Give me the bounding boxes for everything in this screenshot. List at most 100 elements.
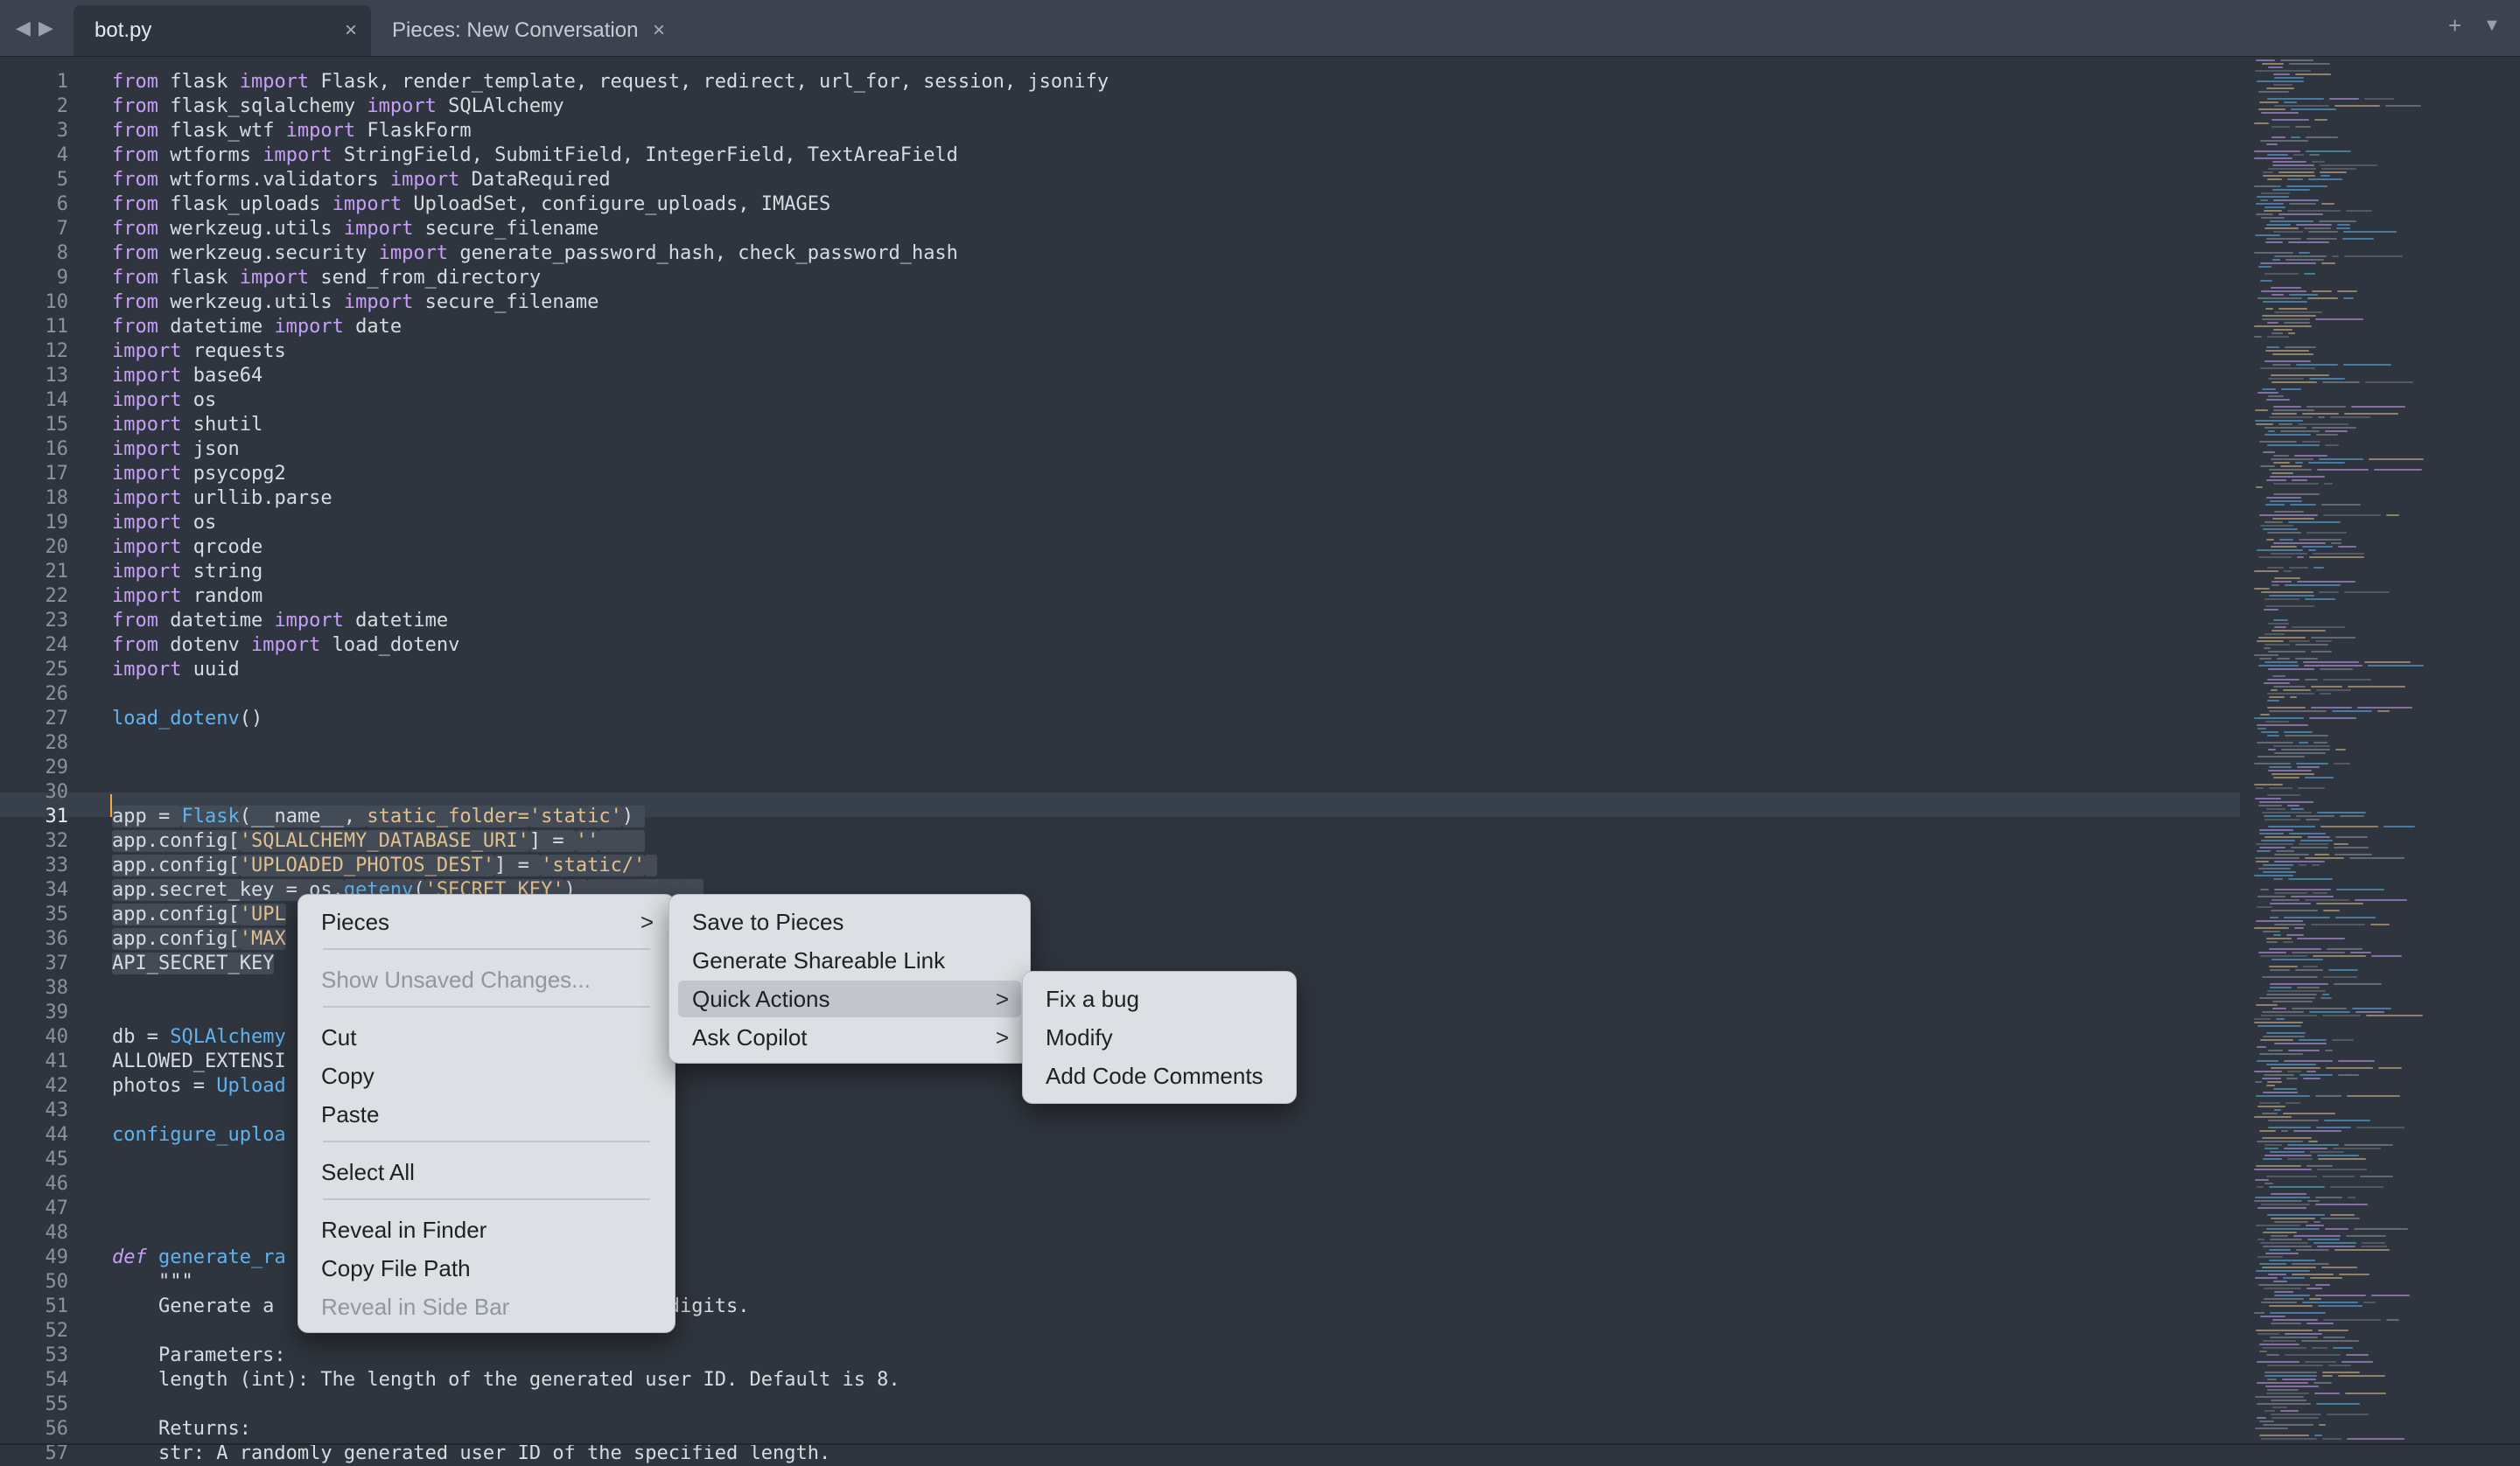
minimap-stroke	[2259, 1263, 2286, 1265]
code-line[interactable]: from dotenv import load_dotenv	[112, 633, 459, 658]
minimap-stroke	[2258, 896, 2286, 897]
minimap-stroke	[2266, 1176, 2317, 1177]
code-line[interactable]: app.config['SQLALCHEMY_DATABASE_URI'] = …	[112, 829, 646, 854]
code-token: wtforms	[158, 144, 263, 166]
code-line[interactable]: import os	[112, 388, 216, 413]
code-line[interactable]: load_dotenv()	[112, 707, 262, 731]
tab-pieces-conversation[interactable]: Pieces: New Conversation ×	[371, 5, 677, 56]
menu-item-copy[interactable]: Copy	[307, 1058, 666, 1094]
code-line[interactable]: str: A randomly generated user ID of the…	[112, 1442, 830, 1466]
code-line[interactable]: from flask import Flask, render_template…	[112, 70, 1109, 94]
code-line[interactable]: app.config['UPLOADED_PHOTOS_DEST'] = 'st…	[112, 854, 657, 878]
code-line[interactable]: import uuid	[112, 658, 240, 682]
menu-item-pieces[interactable]: Pieces >	[307, 904, 666, 940]
minimap-stroke	[2273, 493, 2320, 495]
code-line[interactable]: Parameters:	[112, 1344, 286, 1368]
code-line[interactable]: import qrcode	[112, 535, 262, 560]
new-tab-icon[interactable]: +	[2448, 12, 2461, 39]
code-line[interactable]: from flask_sqlalchemy import SQLAlchemy	[112, 94, 564, 119]
code-line[interactable]: db = SQLAlchemy	[112, 1025, 286, 1050]
minimap-stroke	[2273, 406, 2301, 408]
code-line[interactable]: app.config['UPL	[112, 903, 286, 927]
minimap-stroke	[2291, 896, 2334, 897]
minimap-stroke	[2371, 1295, 2410, 1296]
minimap-stroke	[2258, 756, 2305, 757]
menu-item-paste[interactable]: Paste	[307, 1096, 666, 1133]
code-line[interactable]: from datetime import date	[112, 315, 402, 339]
minimap-stroke	[2264, 609, 2278, 611]
code-line[interactable]: length (int): The length of the generate…	[112, 1368, 900, 1393]
code-line[interactable]: import requests	[112, 339, 286, 364]
menu-item-modify[interactable]: Modify	[1032, 1019, 1287, 1056]
code-line[interactable]: from wtforms import StringField, SubmitF…	[112, 143, 958, 168]
minimap-stroke	[2272, 119, 2309, 121]
code-line[interactable]: from flask_wtf import FlaskForm	[112, 119, 472, 143]
minimap-stroke	[2355, 899, 2407, 901]
minimap-stroke	[2316, 434, 2338, 436]
code-line[interactable]: from datetime import datetime	[112, 609, 448, 633]
close-tab-icon[interactable]: ×	[345, 18, 357, 43]
minimap-stroke	[2258, 266, 2272, 268]
menu-item-save-to-pieces[interactable]: Save to Pieces	[678, 904, 1021, 940]
tab-bot-py[interactable]: bot.py ×	[74, 5, 371, 56]
code-line[interactable]: from werkzeug.utils import secure_filena…	[112, 217, 598, 241]
code-line[interactable]: app.config['MAX	[112, 927, 286, 952]
menu-item-reveal-in-finder[interactable]: Reveal in Finder	[307, 1211, 666, 1248]
code-line[interactable]: app = Flask(__name__, static_folder='sta…	[112, 805, 646, 829]
code-token: SQLAlchemy	[436, 95, 564, 117]
code-line[interactable]: import shutil	[112, 413, 262, 437]
code-token: Upload	[216, 1075, 286, 1097]
minimap-stroke	[2271, 1067, 2320, 1069]
code-line[interactable]: def generate_ra	[112, 1246, 286, 1270]
minimap-stroke	[2297, 556, 2304, 558]
code-token: load_dotenv	[320, 634, 460, 656]
minimap-stroke	[2325, 1050, 2333, 1051]
minimap-stroke	[2260, 714, 2270, 716]
code-line[interactable]: configure_uploa	[112, 1123, 286, 1148]
code-line[interactable]: photos = Upload	[112, 1074, 286, 1099]
minimap[interactable]	[2249, 58, 2520, 1445]
tab-dropdown-icon[interactable]: ▼	[2483, 16, 2501, 36]
code-token: photos =	[112, 1075, 217, 1097]
code-line[interactable]: from flask import send_from_directory	[112, 266, 541, 290]
minimap-stroke	[2272, 413, 2297, 415]
code-line[interactable]: from werkzeug.utils import secure_filena…	[112, 290, 598, 315]
minimap-stroke	[2268, 651, 2306, 653]
code-line[interactable]: import os	[112, 511, 216, 535]
minimap-stroke	[2260, 140, 2308, 142]
menu-item-fix-a-bug[interactable]: Fix a bug	[1032, 981, 1287, 1017]
menu-item-generate-shareable-link[interactable]: Generate Shareable Link	[678, 942, 1021, 979]
minimap-stroke	[2342, 1361, 2373, 1363]
code-line[interactable]: import random	[112, 584, 262, 609]
minimap-stroke	[2271, 546, 2297, 548]
code-line[interactable]: from werkzeug.security import generate_p…	[112, 241, 958, 266]
back-arrow-icon[interactable]: ◀	[16, 16, 31, 40]
minimap-stroke	[2344, 255, 2403, 257]
menu-item-copy-file-path[interactable]: Copy File Path	[307, 1250, 666, 1287]
code-line[interactable]: import base64	[112, 364, 262, 388]
code-line[interactable]: from flask_uploads import UploadSet, con…	[112, 192, 830, 217]
minimap-stroke	[2322, 1438, 2342, 1440]
code-line[interactable]: import urllib.parse	[112, 486, 332, 511]
minimap-stroke	[2322, 1176, 2355, 1177]
code-line[interactable]: from wtforms.validators import DataRequi…	[112, 168, 611, 192]
menu-item-ask-copilot[interactable]: Ask Copilot >	[678, 1019, 1021, 1056]
minimap-stroke	[2271, 1323, 2301, 1324]
code-line[interactable]: import json	[112, 437, 240, 462]
close-tab-icon[interactable]: ×	[653, 18, 665, 43]
code-line[interactable]: Returns:	[112, 1417, 251, 1442]
code-line[interactable]: """	[112, 1270, 193, 1295]
minimap-stroke	[2276, 850, 2294, 852]
code-line[interactable]: ALLOWED_EXTENSI	[112, 1050, 286, 1074]
code-line[interactable]: import psycopg2	[112, 462, 286, 486]
minimap-stroke	[2330, 1214, 2355, 1216]
forward-arrow-icon[interactable]: ▶	[38, 16, 53, 40]
code-line[interactable]: import string	[112, 560, 262, 584]
menu-item-cut[interactable]: Cut	[307, 1019, 666, 1056]
menu-item-select-all[interactable]: Select All	[307, 1154, 666, 1190]
code-line[interactable]: API_SECRET_KEY	[112, 952, 275, 976]
menu-item-add-code-comments[interactable]: Add Code Comments	[1032, 1058, 1287, 1094]
minimap-stroke	[2263, 1424, 2314, 1426]
minimap-stroke	[2255, 70, 2311, 72]
menu-item-quick-actions[interactable]: Quick Actions >	[678, 981, 1021, 1017]
